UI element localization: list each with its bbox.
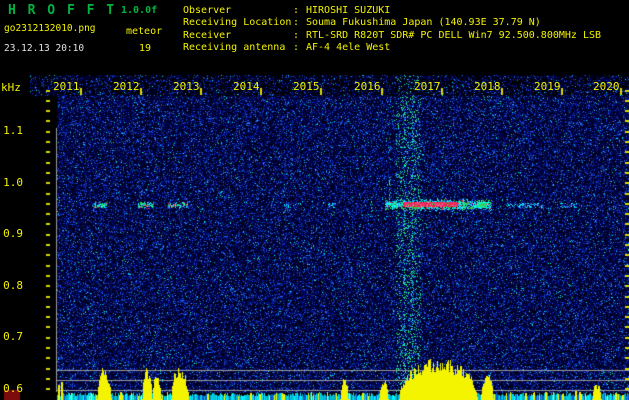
output-filename: go2312132010.png [4, 23, 96, 34]
time-axis-label: 2013 [173, 80, 200, 93]
time-axis-label: 2019 [534, 80, 561, 93]
time-axis-label: 2011 [53, 80, 80, 93]
time-axis-label: 2017 [414, 80, 441, 93]
time-axis-label: 2018 [474, 80, 501, 93]
info-row-antenna: Receiving antenna:AF-4 4ele West [183, 42, 601, 54]
freq-axis-label: 1.1 [2, 124, 23, 137]
info-label: Receiver [183, 30, 293, 42]
info-label: Receiving antenna [183, 42, 293, 54]
app-title: H R O F F T [8, 3, 116, 18]
info-value: HIROSHI SUZUKI [306, 5, 390, 17]
info-row-location: Receiving Location:Souma Fukushima Japan… [183, 17, 601, 29]
hrofft-output-image: { "header": { "title": "H R O F F T", "v… [0, 0, 629, 400]
info-label: Observer [183, 5, 293, 17]
frame-timestamp: 23.12.13 20:10 [4, 43, 84, 54]
info-colon: : [293, 30, 306, 42]
info-value: Souma Fukushima Japan (140.93E 37.79 N) [306, 17, 541, 29]
info-row-receiver: Receiver:RTL-SRD R820T SDR# PC DELL Win7… [183, 30, 601, 42]
time-axis-label: 2016 [354, 80, 381, 93]
meteor-count-label: meteor [126, 26, 162, 37]
hrofft-screen: H R O F F T 1.0.0f go2312132010.png 23.1… [0, 0, 629, 400]
time-axis-label: 2020 [593, 80, 620, 93]
info-value: AF-4 4ele West [306, 42, 390, 54]
time-axis-label: 2014 [233, 80, 260, 93]
info-colon: : [293, 5, 306, 17]
info-label: Receiving Location [183, 17, 293, 29]
time-axis-label: 2015 [293, 80, 320, 93]
time-axis-label: 2012 [113, 80, 140, 93]
info-value: RTL-SRD R820T SDR# PC DELL Win7 92.500.8… [306, 30, 601, 42]
freq-axis-label: 0.7 [2, 330, 23, 343]
freq-axis-label: 0.8 [2, 279, 23, 292]
spectrogram-canvas [0, 0, 629, 400]
freq-axis-unit: kHz [1, 81, 21, 94]
meteor-count-value: 19 [139, 43, 151, 54]
freq-axis-label: 1.0 [2, 176, 23, 189]
app-version: 1.0.0f [121, 5, 157, 16]
station-info-block: Observer:HIROSHI SUZUKI Receiving Locati… [183, 5, 601, 55]
freq-axis-label: 0.6 [2, 382, 23, 395]
info-colon: : [293, 17, 306, 29]
freq-axis-label: 0.9 [2, 227, 23, 240]
info-colon: : [293, 42, 306, 54]
info-row-observer: Observer:HIROSHI SUZUKI [183, 5, 601, 17]
